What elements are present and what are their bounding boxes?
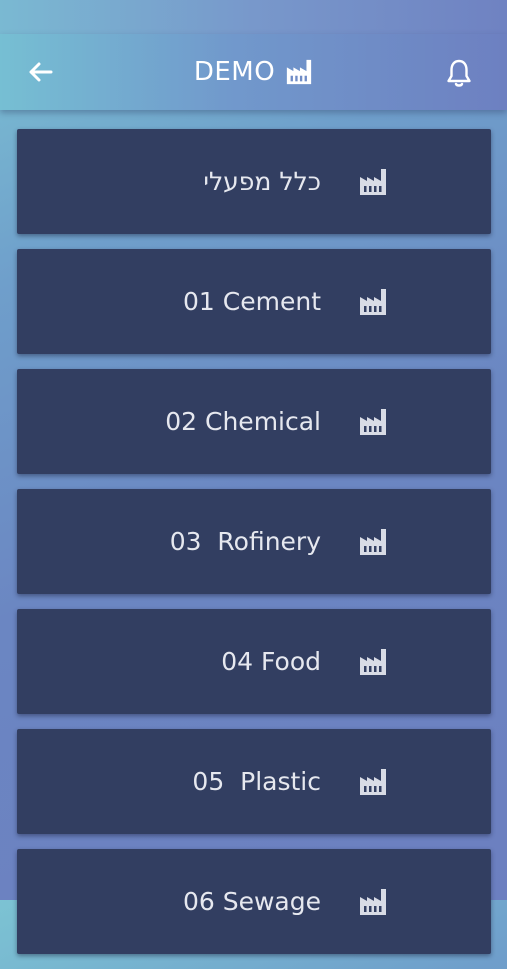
plant-item-cement[interactable]: 01 Cement — [17, 249, 491, 354]
factory-icon — [360, 409, 386, 435]
plant-item-refinery[interactable]: 03 Rofinery — [17, 489, 491, 594]
factory-icon — [360, 769, 386, 795]
app-header: DEMO — [0, 34, 507, 110]
plant-item-chemical[interactable]: 02 Chemical — [17, 369, 491, 474]
plant-item-label: 01 Cement — [183, 287, 321, 316]
plant-item-sewage[interactable]: 06 Sewage — [17, 849, 491, 954]
factory-icon — [360, 289, 386, 315]
page-title: DEMO — [193, 57, 276, 87]
plant-item-label: 03 Rofinery — [169, 527, 321, 556]
bell-icon — [447, 59, 471, 87]
plant-item-label: 05 Plastic — [192, 767, 321, 796]
status-bar — [0, 0, 507, 34]
factory-icon — [360, 529, 386, 555]
plant-item-all[interactable]: כלל מפעלי — [17, 129, 491, 234]
factory-icon — [287, 59, 312, 85]
plant-item-label: 04 Food — [221, 647, 321, 676]
header-title-group: DEMO — [0, 34, 507, 110]
plant-item-label: כלל מפעלי — [203, 167, 321, 196]
plant-item-label: 02 Chemical — [165, 407, 321, 436]
plant-item-label: 06 Sewage — [182, 887, 321, 916]
plant-item-food[interactable]: 04 Food — [17, 609, 491, 714]
plant-item-plastic[interactable]: 05 Plastic — [17, 729, 491, 834]
plant-list: כלל מפעלי 01 Cement 02 Chemical 03 Rofin… — [17, 129, 491, 969]
factory-icon — [360, 889, 386, 915]
factory-icon — [360, 169, 386, 195]
factory-icon — [360, 649, 386, 675]
notifications-button[interactable] — [441, 56, 477, 90]
